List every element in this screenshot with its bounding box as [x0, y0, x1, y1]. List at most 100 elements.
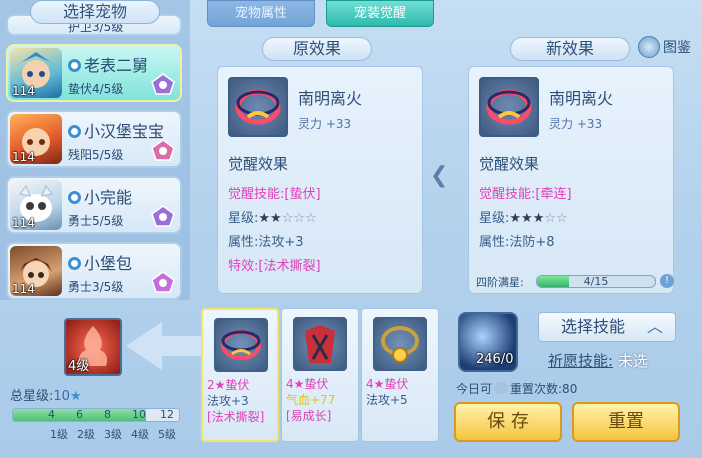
progress-label: 四阶满星: — [476, 276, 524, 289]
star-level-line: 星级:★★★☆☆ — [479, 211, 568, 226]
star-threshold: 4 — [48, 408, 55, 421]
tab-pet-attributes[interactable]: 宠物属性 — [207, 0, 315, 27]
rank-badge-icon — [151, 271, 175, 293]
pet-rank: 勇士3/5级 — [68, 280, 124, 294]
rank-badge-icon — [151, 205, 175, 227]
star-filled-icon: ★ — [270, 211, 282, 226]
reset-button[interactable]: 重置 — [572, 402, 680, 442]
star-level-line: 星级:★★☆☆☆ — [228, 211, 317, 226]
total-star: 总星级:10★ — [10, 389, 82, 404]
attribute-line: 属性:法攻+3 — [228, 235, 304, 250]
full-star-progress: 四阶满星: 4/15 ! — [472, 273, 674, 289]
equip-stat: 灵力 +33 — [549, 117, 603, 131]
element-orb-icon — [68, 125, 81, 138]
original-effect-panel: 南明离火 灵力 +33 觉醒效果 觉醒技能:[蛰伏] 星级:★★☆☆☆ 属性:法… — [217, 66, 423, 294]
info-icon[interactable]: ! — [660, 274, 674, 288]
pet-level: 114 — [12, 84, 35, 98]
star-filled-icon: ★ — [509, 211, 522, 226]
special-effect-line: 特效:[法术撕裂] — [228, 259, 321, 274]
awaken-option-card[interactable]: 4★蛰伏 气血+77 [易成长] — [281, 308, 359, 442]
select-skill-label: 选择技能 — [561, 317, 626, 336]
progress-bar: 4/15 — [536, 275, 656, 288]
reset-token-icon — [494, 382, 509, 394]
attribute-line: 属性:法防+8 — [479, 235, 555, 250]
option-special: [法术撕裂] — [207, 410, 265, 424]
codex-label[interactable]: 图鉴 — [663, 37, 691, 57]
big-left-arrow-icon — [126, 322, 206, 370]
star-empty-icon: ☆ — [544, 211, 557, 226]
pet-level: 114 — [12, 150, 35, 164]
awaken-effect-title: 觉醒效果 — [228, 155, 289, 173]
equip-name: 南明离火 — [549, 89, 614, 108]
pet-list-item[interactable]: 114 老表二舅 蛰伏4/5级 — [6, 44, 182, 102]
wish-skill: 祈愿技能: 未选 — [548, 352, 648, 370]
element-orb-icon — [68, 191, 81, 204]
pet-list-item[interactable]: 114 小堡包 勇士3/5级 — [6, 242, 182, 300]
orb-count: 246/0 — [476, 352, 514, 367]
original-effect-header: 原效果 — [262, 37, 372, 61]
star-threshold: 12 — [160, 408, 174, 421]
star-level-label: 5级 — [158, 428, 176, 441]
star-filled-icon: ★ — [532, 211, 545, 226]
star-threshold: 8 — [104, 408, 111, 421]
red-robe-icon — [305, 325, 335, 363]
pet-list-item[interactable]: 114 小完能 勇士5/5级 — [6, 176, 182, 234]
equip-icon[interactable] — [479, 77, 539, 137]
awaken-skill-line: 觉醒技能:[牵连] — [479, 187, 572, 202]
pet-level: 114 — [12, 282, 35, 296]
pet-name: 小完能 — [68, 184, 132, 208]
fire-ring-icon — [486, 89, 532, 125]
pet-rank: 残阳5/5级 — [68, 148, 124, 162]
element-orb-icon — [68, 257, 81, 270]
star-rating: ★★☆☆☆ — [258, 211, 316, 226]
new-effect-panel: 南明离火 灵力 +33 觉醒效果 觉醒技能:[牵连] 星级:★★★☆☆ 属性:法… — [468, 66, 674, 294]
option-title: 4★蛰伏 — [366, 377, 409, 391]
star-empty-icon: ☆ — [293, 211, 306, 226]
option-attr: 法攻+3 — [207, 394, 249, 408]
option-equip-icon — [373, 317, 427, 371]
codex-icon[interactable] — [638, 36, 660, 58]
element-orb-icon — [68, 59, 81, 72]
reset-count: 今日可 重置次数:80 — [456, 382, 578, 396]
option-equip-icon — [214, 318, 268, 372]
equip-stat: 灵力 +33 — [298, 117, 352, 131]
progress-text: 4/15 — [583, 275, 609, 288]
option-title: 2★蛰伏 — [207, 378, 250, 392]
awaken-effect-title: 觉醒效果 — [479, 155, 540, 173]
tab-equip-awaken[interactable]: 宠装觉醒 — [326, 0, 434, 27]
pet-name: 小堡包 — [68, 250, 132, 274]
star-empty-icon: ☆ — [305, 211, 317, 226]
star-filled-icon: ★ — [258, 211, 271, 226]
pet-rank: 勇士5/5级 — [68, 214, 124, 228]
star-level-label: 1级 — [50, 428, 68, 441]
save-button[interactable]: 保 存 — [454, 402, 562, 442]
star-level-label: 3级 — [104, 428, 122, 441]
gold-necklace-icon — [381, 326, 419, 363]
star-filled-icon: ★ — [521, 211, 533, 226]
star-level-label: 4级 — [131, 428, 149, 441]
star-empty-icon: ☆ — [281, 211, 294, 226]
star-level-label: 2级 — [77, 428, 95, 441]
option-equip-icon — [293, 317, 347, 371]
star-icon: ★ — [69, 389, 82, 404]
pet-name: 老表二舅 — [68, 52, 148, 76]
option-attr: 法攻+5 — [366, 393, 408, 407]
star-rating: ★★★☆☆ — [509, 211, 567, 226]
pet-list-title: 选择宠物 — [30, 0, 160, 24]
equip-icon[interactable] — [228, 77, 288, 137]
compare-arrow-icon: ❮ — [430, 163, 449, 188]
pet-list-item[interactable]: 114 小汉堡宝宝 残阳5/5级 — [6, 110, 182, 168]
awaken-skill-icon[interactable]: 4级 — [64, 318, 122, 376]
chevron-up-icon: ︿ — [646, 317, 663, 336]
option-attr: 气血+77 — [286, 393, 336, 407]
awaken-option-card[interactable]: 4★蛰伏 法攻+5 — [361, 308, 439, 442]
equip-name: 南明离火 — [298, 89, 363, 108]
rank-badge-icon — [151, 139, 175, 161]
fire-ring-icon — [221, 330, 261, 360]
star-empty-icon: ☆ — [556, 211, 568, 226]
star-threshold: 6 — [76, 408, 83, 421]
select-skill-button[interactable]: 选择技能 ︿ — [538, 312, 676, 342]
skill-icon-level: 4级 — [68, 359, 90, 374]
fire-ring-icon — [235, 89, 281, 125]
awaken-option-card[interactable]: 2★蛰伏 法攻+3 [法术撕裂] — [201, 308, 279, 442]
